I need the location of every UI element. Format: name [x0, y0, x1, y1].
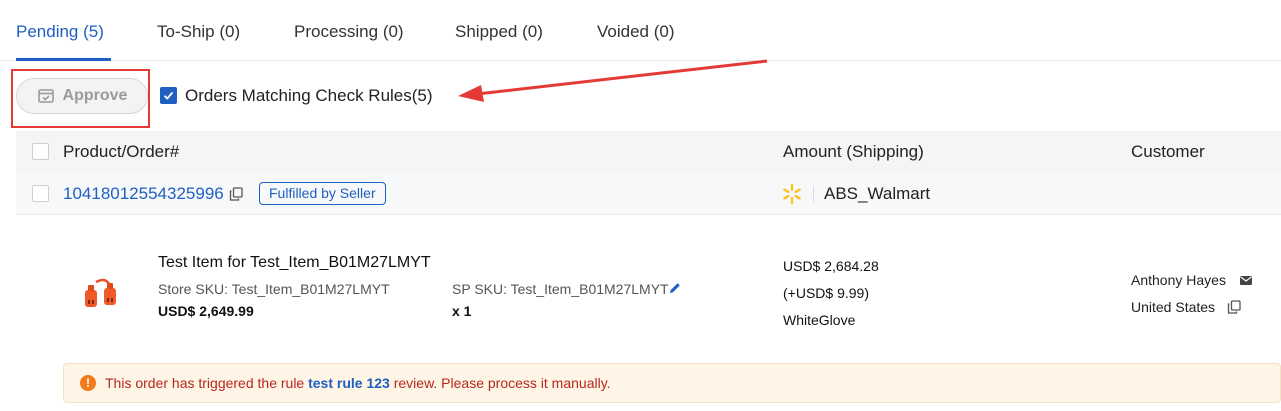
warning-message: This order has triggered the rule test r…	[105, 375, 611, 391]
tab-shipped[interactable]: Shipped (0)	[455, 22, 543, 42]
store-divider	[813, 186, 814, 202]
shipping-method: WhiteGlove	[783, 312, 856, 328]
checkmark-icon	[163, 91, 174, 100]
copy-icon[interactable]	[229, 187, 243, 201]
table-header: Product/Order# Amount (Shipping) Custome…	[16, 131, 1281, 173]
order-total: USD$ 2,684.28	[783, 258, 879, 274]
envelope-icon[interactable]	[1239, 273, 1253, 287]
tab-to-ship[interactable]: To-Ship (0)	[157, 22, 240, 42]
copy-icon[interactable]	[1227, 300, 1241, 314]
shipping-cost: (+USD$ 9.99)	[783, 285, 869, 301]
walmart-spark-icon	[783, 184, 801, 204]
approve-button[interactable]: Approve	[16, 78, 148, 114]
fulfillment-badge: Fulfilled by Seller	[259, 182, 386, 205]
warning-icon: !	[80, 375, 96, 391]
item-title: Test Item for Test_Item_B01M27LMYT	[158, 254, 431, 271]
item-price: USD$ 2,649.99	[158, 303, 254, 319]
column-header-amount: Amount (Shipping)	[783, 142, 924, 161]
item-quantity: x 1	[452, 303, 472, 319]
tab-processing[interactable]: Processing (0)	[294, 22, 404, 42]
order-row: 10418012554325996 Fulfilled by Seller AB…	[16, 173, 1281, 215]
customer-name: Anthony Hayes	[1131, 272, 1226, 288]
select-all-checkbox[interactable]	[32, 143, 49, 160]
store-sku: Store SKU: Test_Item_B01M27LMYT	[158, 281, 390, 297]
annotation-arrow-icon	[458, 59, 768, 102]
rule-filter-checkbox[interactable]	[160, 87, 177, 104]
order-select-checkbox[interactable]	[32, 185, 49, 202]
warning-rule-link[interactable]: test rule 123	[308, 375, 390, 391]
store-name: ABS_Walmart	[824, 184, 931, 203]
warning-suffix: review. Please process it manually.	[393, 375, 611, 391]
tab-pending[interactable]: Pending (5)	[16, 22, 104, 42]
approve-button-label: Approve	[62, 87, 128, 104]
active-tab-indicator	[16, 58, 111, 61]
status-tabs: Pending (5) To-Ship (0) Processing (0) S…	[0, 0, 1281, 61]
product-thumbnail[interactable]	[82, 276, 122, 312]
rule-warning-banner: ! This order has triggered the rule test…	[63, 363, 1281, 403]
edit-pencil-icon[interactable]	[668, 281, 682, 295]
rule-filter-label[interactable]: Orders Matching Check Rules(5)	[185, 86, 433, 106]
sp-sku: SP SKU: Test_Item_B01M27LMYT	[452, 281, 669, 297]
approve-icon	[37, 89, 54, 103]
column-header-customer: Customer	[1131, 142, 1205, 161]
customer-country: United States	[1131, 299, 1216, 315]
tab-voided[interactable]: Voided (0)	[597, 22, 675, 42]
column-header-product: Product/Order#	[63, 142, 180, 161]
warning-prefix: This order has triggered the rule	[105, 375, 305, 391]
order-number-link[interactable]: 10418012554325996	[63, 184, 224, 204]
